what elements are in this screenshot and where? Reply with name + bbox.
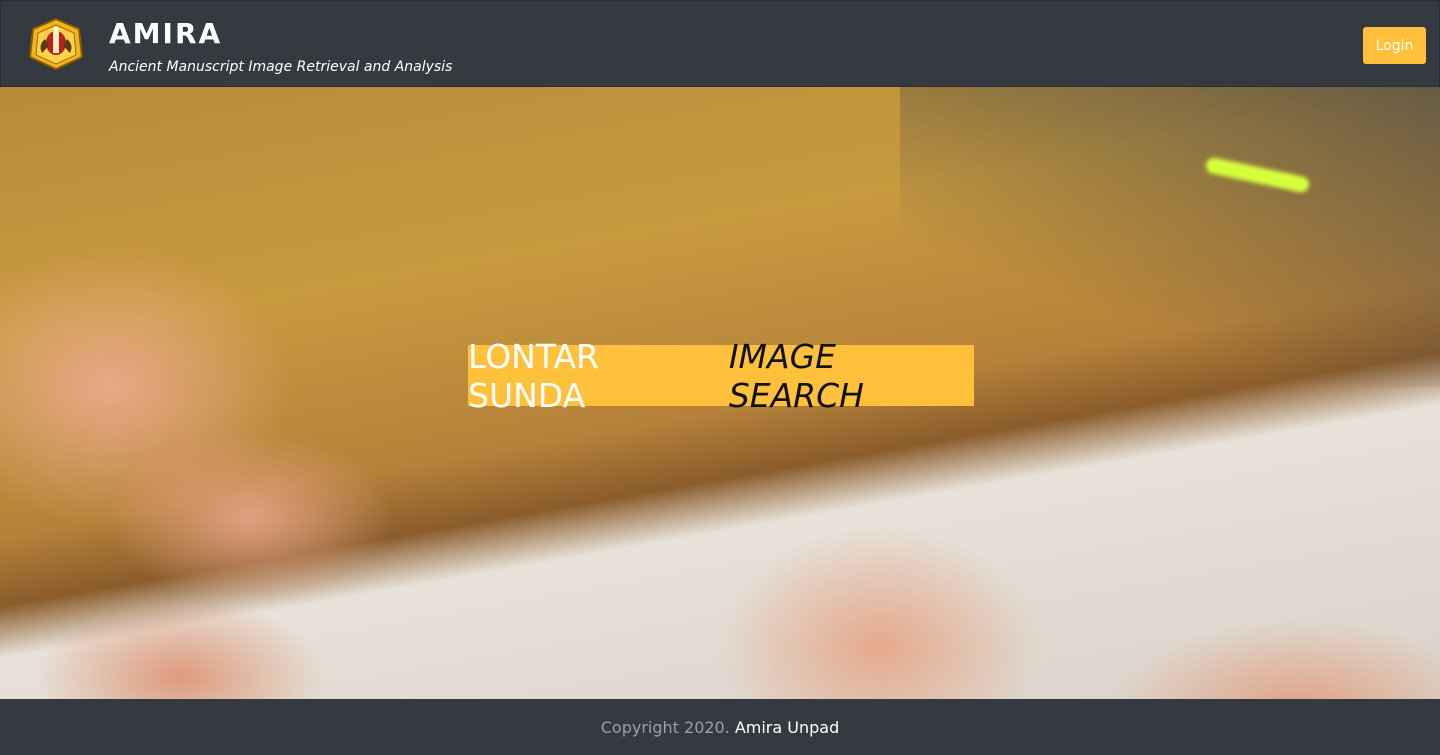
login-button[interactable]: Login: [1363, 27, 1426, 64]
university-emblem-icon[interactable]: [27, 17, 85, 71]
hero-background-shade: [900, 87, 1440, 387]
hero-banner: LONTAR SUNDA IMAGE SEARCH: [0, 87, 1440, 699]
hero-title-secondary: IMAGE SEARCH: [728, 336, 864, 415]
navbar: AMIRA Ancient Manuscript Image Retrieval…: [0, 0, 1440, 87]
app-title: AMIRA: [109, 17, 223, 50]
footer-owner: Amira Unpad: [734, 717, 840, 737]
footer-copyright: Copyright 2020.: [600, 717, 730, 737]
hero-title-primary: LONTAR SUNDA: [468, 336, 599, 415]
footer: Copyright 2020. Amira Unpad: [0, 699, 1440, 755]
app-subtitle: Ancient Manuscript Image Retrieval and A…: [109, 59, 453, 75]
hero-title: LONTAR SUNDA IMAGE SEARCH: [468, 337, 974, 415]
